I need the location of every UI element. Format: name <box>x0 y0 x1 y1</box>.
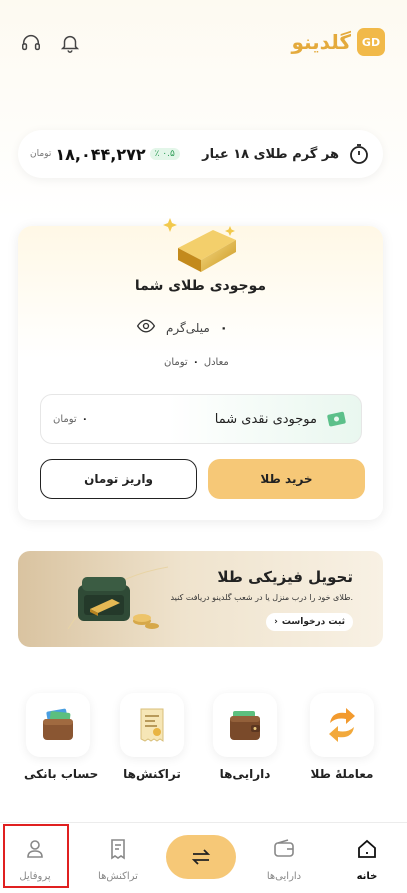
notification-bell-icon[interactable] <box>57 30 83 56</box>
physical-delivery-banner[interactable]: تحویل فیزیکی طلا طلای خود را درب منزل یا… <box>18 551 383 647</box>
timer-icon <box>350 144 368 164</box>
nav-transactions-label: تراکنش‌ها <box>98 871 138 882</box>
banner-title: تحویل فیزیکی طلا <box>217 568 353 586</box>
receipt-icon <box>140 708 164 742</box>
equiv-label: معادل <box>203 357 229 368</box>
gold-box-illustration <box>67 566 169 630</box>
nav-transactions[interactable]: تراکنش‌ها <box>83 837 153 882</box>
cash-balance-value: ۰ <box>81 413 88 425</box>
wallet-outline-icon <box>274 839 294 857</box>
quick-action-label: تراکنش‌ها <box>123 767 181 781</box>
cash-balance-box: موجودی نقدی شما ۰ تومان <box>40 394 362 444</box>
exchange-arrows-icon <box>329 708 355 742</box>
gold-grams-unit: میلی‌گرم <box>166 321 210 335</box>
deposit-toman-button[interactable]: واریز تومان <box>40 459 197 499</box>
cash-label-group: موجودی نقدی شما <box>215 408 349 430</box>
nav-home[interactable]: خانه <box>332 837 402 882</box>
quick-action-transactions[interactable]: تراکنش‌ها <box>118 693 186 781</box>
banner-subtitle: طلای خود را درب منزل یا در شعب گلدینو در… <box>170 593 353 602</box>
gold-balance-title: موجودی طلای شما <box>134 278 267 294</box>
gold-bar-icon <box>163 218 236 272</box>
price-title-group: هر گرم طلای ۱۸ عیار <box>202 142 371 166</box>
gold-equivalent-row: معادل ۰ تومان <box>164 357 229 368</box>
eye-icon[interactable] <box>136 316 156 340</box>
quick-action-label: معاملهٔ طلا <box>310 767 374 781</box>
quick-action-trade-gold[interactable]: معاملهٔ طلا <box>308 693 376 781</box>
wallet-icon <box>230 711 260 740</box>
quick-action-bank-account[interactable]: حساب بانکی <box>24 693 99 781</box>
brand-name: گلدینو <box>291 30 351 54</box>
equiv-value: ۰ <box>192 357 199 368</box>
buy-gold-button[interactable]: خرید طلا <box>208 459 365 499</box>
nav-assets[interactable]: دارایی‌ها <box>249 837 319 882</box>
submit-request-label: ثبت درخواست <box>281 617 345 627</box>
quick-action-assets[interactable]: دارایی‌ها <box>211 693 279 781</box>
headset-support-icon[interactable] <box>18 30 44 56</box>
price-value-group: تومان ۱۸,۰۴۴,۲۷۲ ٪ ۰.۵ <box>30 145 180 164</box>
swap-arrows-icon <box>191 849 211 865</box>
gold-price-card[interactable]: تومان ۱۸,۰۴۴,۲۷۲ ٪ ۰.۵ هر گرم طلای ۱۸ عی… <box>18 130 383 178</box>
bank-cards-icon <box>43 708 73 740</box>
submit-request-button[interactable]: ثبت درخواست ‹ <box>266 613 353 631</box>
gold-grams-value: ۰ <box>219 320 228 336</box>
quick-action-label: حساب بانکی <box>24 767 99 781</box>
price-title: هر گرم طلای ۱۸ عیار <box>202 146 339 162</box>
price-change-badge: ٪ ۰.۵ <box>149 148 180 160</box>
nav-trade-button[interactable] <box>166 835 236 879</box>
receipt-outline-icon <box>111 839 125 860</box>
quick-action-label: دارایی‌ها <box>219 767 271 781</box>
nav-home-label: خانه <box>356 871 378 882</box>
profile-highlight-box <box>3 824 69 888</box>
price-value: ۱۸,۰۴۴,۲۷۲ <box>55 144 146 164</box>
gold-balance-card: موجودی طلای شما ۰ میلی‌گرم معادل ۰ تومان… <box>18 218 383 520</box>
price-unit: تومان <box>30 149 52 159</box>
cash-balance-label: موجودی نقدی شما <box>214 411 317 427</box>
cash-balance-unit: تومان <box>53 413 77 425</box>
brand-mark-icon: GD <box>357 28 385 56</box>
equiv-unit: تومان <box>164 357 188 368</box>
home-icon <box>358 839 376 858</box>
app-header: GD گلدینو <box>0 0 407 90</box>
cash-value-group: ۰ تومان <box>53 414 88 425</box>
chevron-left-icon: ‹ <box>274 617 278 627</box>
brand-logo: GD گلدینو <box>291 28 385 56</box>
nav-assets-label: دارایی‌ها <box>266 871 302 882</box>
cash-money-icon <box>327 411 346 427</box>
gold-grams-row: ۰ میلی‌گرم <box>136 316 228 340</box>
